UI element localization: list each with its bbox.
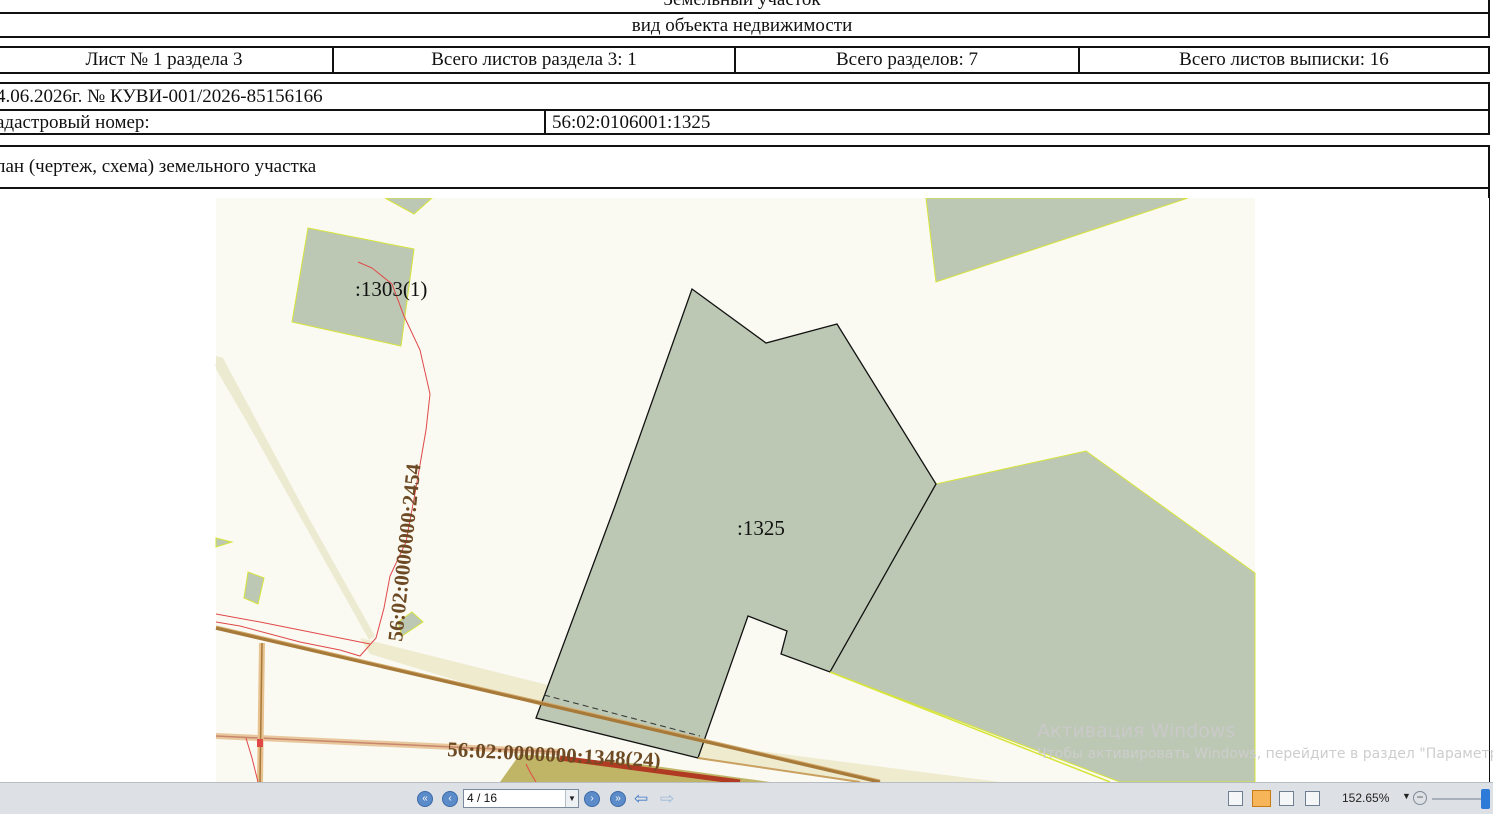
label-1303: :1303(1) [355,277,427,301]
label-1325: :1325 [737,516,785,540]
single-page-view-icon[interactable] [1228,791,1243,806]
cadastral-number-value: 56:02:0106001:1325 [552,112,711,133]
extract-sheets-cell: Всего листов выписки: 16 [1179,49,1389,70]
page-number-value: 4 / 16 [467,791,498,805]
zoom-slider-thumb[interactable] [1481,789,1490,809]
windows-activation-subtitle: Чтобы активировать Windows, перейдите в … [1037,746,1493,762]
zoom-level[interactable]: 152.65% [1342,791,1389,805]
next-page-icon[interactable]: › [584,791,600,807]
cadastral-number-label: адастровый номер: [0,112,150,133]
marker-red [257,739,263,747]
viewer-toolbar: « ‹ 4 / 16 ▼ › » ⇦ ⇨ 152.65% ▼ − [0,782,1493,814]
plan-title: лан (чертеж, схема) земельного участка [0,156,317,177]
map-margin [0,198,216,782]
zoom-dropdown-icon[interactable]: ▼ [1402,791,1411,801]
continuous-view-icon[interactable] [1252,790,1271,807]
section-sheets-cell: Всего листов раздела 3: 1 [431,49,637,70]
previous-page-icon[interactable]: ‹ [442,791,458,807]
forward-arrow-icon[interactable]: ⇨ [660,790,674,807]
back-arrow-icon[interactable]: ⇦ [634,790,648,807]
sheet-info-row: Лист № 1 раздела 3 Всего листов раздела … [0,46,1490,74]
cell-divider [544,111,546,133]
first-page-icon[interactable]: « [417,791,433,807]
cadastral-plan-map: :1303(1) :1325 56:02:0000000:2454 56:02:… [0,198,1489,782]
sections-cell: Всего разделов: 7 [835,49,979,70]
plan-drawing: :1303(1) :1325 56:02:0000000:2454 56:02:… [0,198,1256,782]
zoom-out-icon[interactable]: − [1413,791,1427,805]
grid-view-icon[interactable] [1305,791,1320,806]
document-page: Земельный участок вид объекта недвижимос… [0,0,1493,782]
document-number: 4.06.2026г. № КУВИ-001/2026-85156166 [0,85,323,107]
sheet-number-cell: Лист № 1 раздела 3 [85,49,243,70]
last-page-icon[interactable]: » [610,791,626,807]
document-info-box: 4.06.2026г. № КУВИ-001/2026-85156166 ада… [0,82,1490,135]
page-dropdown-icon[interactable]: ▼ [565,790,578,807]
zoom-slider-track[interactable] [1432,798,1484,800]
object-type-value: Земельный участок [0,0,1488,12]
two-page-view-icon[interactable] [1279,791,1294,806]
plan-title-divider [0,187,1488,189]
object-type-box: Земельный участок вид объекта недвижимос… [0,0,1490,38]
page-number-field[interactable]: 4 / 16 ▼ [463,789,579,808]
object-kind-label: вид объекта недвижимости [631,15,853,36]
windows-activation-title: Активация Windows [1037,720,1236,742]
